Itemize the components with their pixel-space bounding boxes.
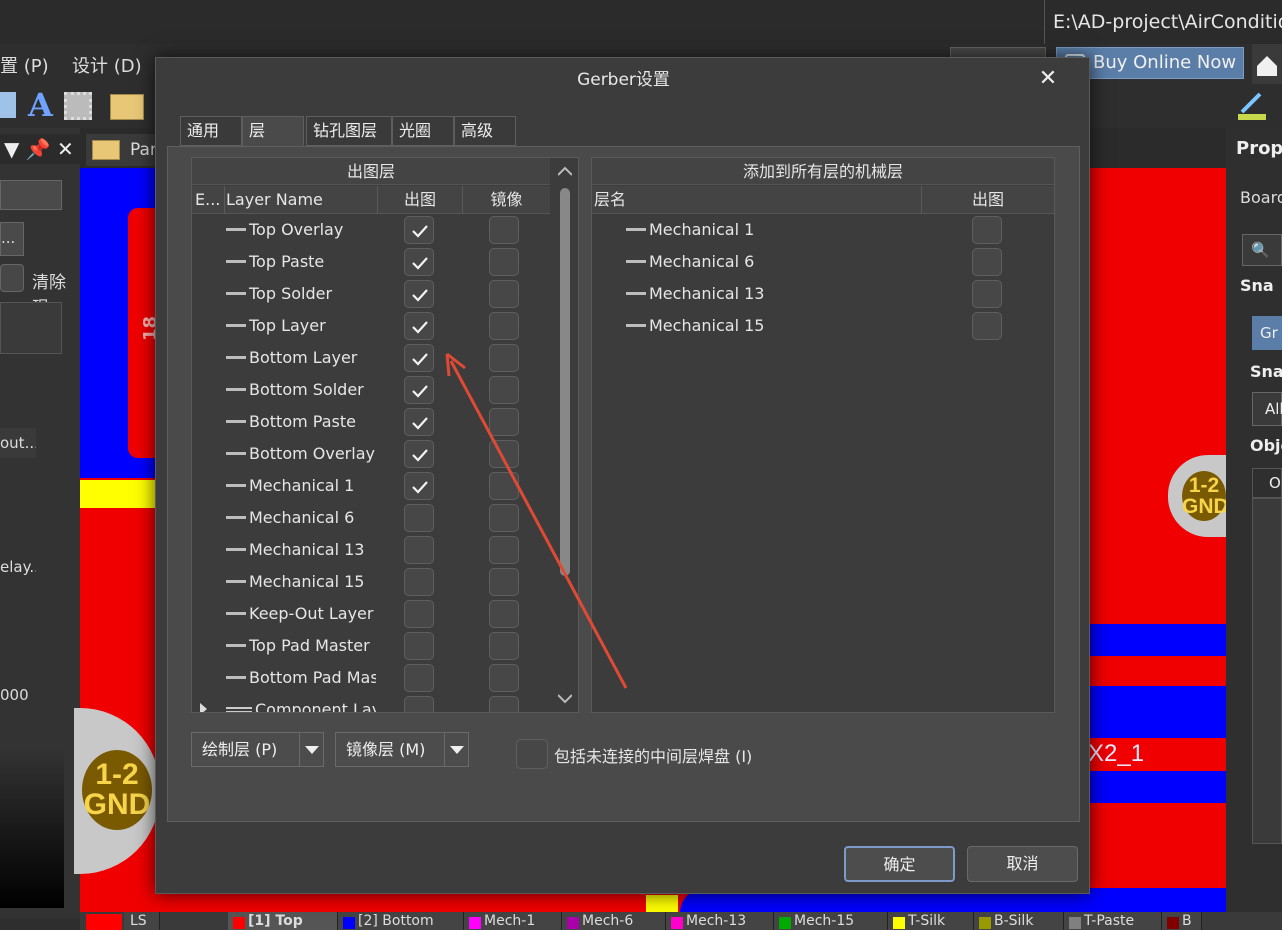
silk-mark	[646, 895, 678, 913]
left-panel: ▼ 📌 ✕ ... 清除现 out... elay... 000	[0, 128, 80, 918]
blue-trace-3	[1090, 771, 1226, 803]
pad-right-net: GND	[1182, 495, 1229, 518]
properties-panel: Board 🔍 Sna Gr Snap All Obje On	[1226, 128, 1282, 928]
layer-tab[interactable]: LS	[124, 912, 160, 930]
layer-tab-label: Mech-6	[582, 913, 634, 929]
layer-tab-label: Mech-1	[484, 913, 536, 929]
project-path: E:\AD-project\AirConditioner	[1044, 0, 1282, 44]
layer-tab[interactable]: [1] Top	[228, 912, 338, 930]
properties-grid-button[interactable]: Gr	[1252, 316, 1282, 350]
blue-trace-2	[1090, 686, 1226, 738]
properties-board-label: Board	[1240, 188, 1282, 207]
layer-tab[interactable]: Mech-15	[774, 912, 888, 930]
layer-tab[interactable]: Mech-6	[562, 912, 666, 930]
open-folder-icon[interactable]	[110, 94, 144, 120]
layer-color-swatch	[343, 917, 355, 929]
pad-right[interactable]: 1-2 GND	[1182, 471, 1229, 521]
layer-tab[interactable]: Mech-1	[464, 912, 562, 930]
annotation-arrow	[445, 352, 628, 689]
layer-color-swatch	[233, 917, 245, 929]
blue-trace-1	[1090, 624, 1226, 656]
properties-search[interactable]: 🔍	[1242, 234, 1282, 266]
measure-tool-icon[interactable]	[1236, 88, 1272, 124]
layer-tab[interactable]: [2] Bottom	[338, 912, 464, 930]
menu-item-place[interactable]: 置 (P)	[0, 52, 49, 78]
pad-left-number: 1-2	[95, 758, 139, 791]
layer-tab[interactable]: T-Paste	[1064, 912, 1162, 930]
panel-more-button[interactable]: ...	[0, 222, 24, 256]
layer-tab-label: B-Silk	[994, 913, 1034, 929]
layer-color-swatch	[567, 917, 579, 929]
properties-objects-label: Obje	[1250, 436, 1282, 455]
layer-tab[interactable]: Mech-13	[666, 912, 774, 930]
pad-left[interactable]: 1-2 GND	[82, 750, 152, 830]
layer-color-swatch	[469, 917, 481, 929]
properties-all-button[interactable]: All	[1252, 392, 1282, 426]
layer-tab[interactable]: B-Silk	[974, 912, 1064, 930]
clear-checkbox[interactable]	[0, 264, 24, 292]
gerber-settings-dialog: Gerber设置 ✕ 通用 层 钻孔图层 光圈 高级 出图层 E... Laye…	[155, 57, 1090, 894]
layer-color-swatch	[893, 917, 905, 929]
layer-tab-label: [2] Bottom	[358, 913, 434, 929]
panel-list[interactable]	[0, 302, 62, 354]
layer-color-swatch	[979, 917, 991, 929]
component-tool-icon[interactable]	[64, 92, 92, 120]
panel-preview	[0, 748, 64, 908]
pad-left-net: GND	[83, 788, 151, 821]
home-button[interactable]	[1252, 44, 1282, 84]
layer-color-swatch	[671, 917, 683, 929]
text-tool-icon[interactable]: A	[28, 86, 53, 124]
panel-item-3: 000	[0, 686, 29, 704]
layer-tab-label: T-Paste	[1084, 913, 1135, 929]
buy-online-label: Buy Online Now	[1093, 52, 1237, 73]
properties-object-list[interactable]	[1252, 498, 1282, 844]
document-icon	[92, 140, 120, 160]
annotation-arrow-line	[449, 360, 628, 689]
silk-strip	[80, 480, 155, 508]
pad-right-number: 1-2	[1188, 474, 1220, 497]
layer-color-swatch	[779, 917, 791, 929]
panel-header-controls[interactable]: ▼ 📌 ✕	[0, 134, 80, 164]
properties-snap-label: Snap	[1250, 362, 1282, 381]
layer-tab[interactable]: B	[1162, 912, 1202, 930]
layer-tab-label: [1] Top	[248, 913, 303, 929]
properties-snap-section[interactable]: Sna	[1240, 276, 1274, 295]
panel-item-2[interactable]: elay...	[0, 552, 36, 582]
layer-tab-label: Mech-13	[686, 913, 747, 929]
panel-combo[interactable]	[0, 180, 62, 210]
layer-tab-label: T-Silk	[908, 913, 946, 929]
panel-item-1[interactable]: out...	[0, 428, 36, 458]
layer-tab-label: B	[1182, 913, 1192, 929]
layer-tab-label: LS	[130, 913, 147, 929]
home-icon	[1257, 56, 1277, 76]
layer-color-swatch	[1069, 917, 1081, 929]
layer-color-swatch	[1167, 917, 1179, 929]
rect-tool-icon[interactable]	[0, 92, 16, 118]
properties-on-header: On	[1252, 468, 1282, 498]
menu-item-design[interactable]: 设计 (D)	[72, 52, 142, 78]
document-tab[interactable]: Par	[86, 134, 166, 166]
layer-tab[interactable]: T-Silk	[888, 912, 974, 930]
properties-title: Prope	[1236, 138, 1282, 159]
layer-tab-label: Mech-15	[794, 913, 855, 929]
designator-label: X2_1	[1088, 740, 1145, 767]
current-layer-swatch	[86, 914, 122, 930]
document-tab-label: Par	[130, 140, 157, 160]
